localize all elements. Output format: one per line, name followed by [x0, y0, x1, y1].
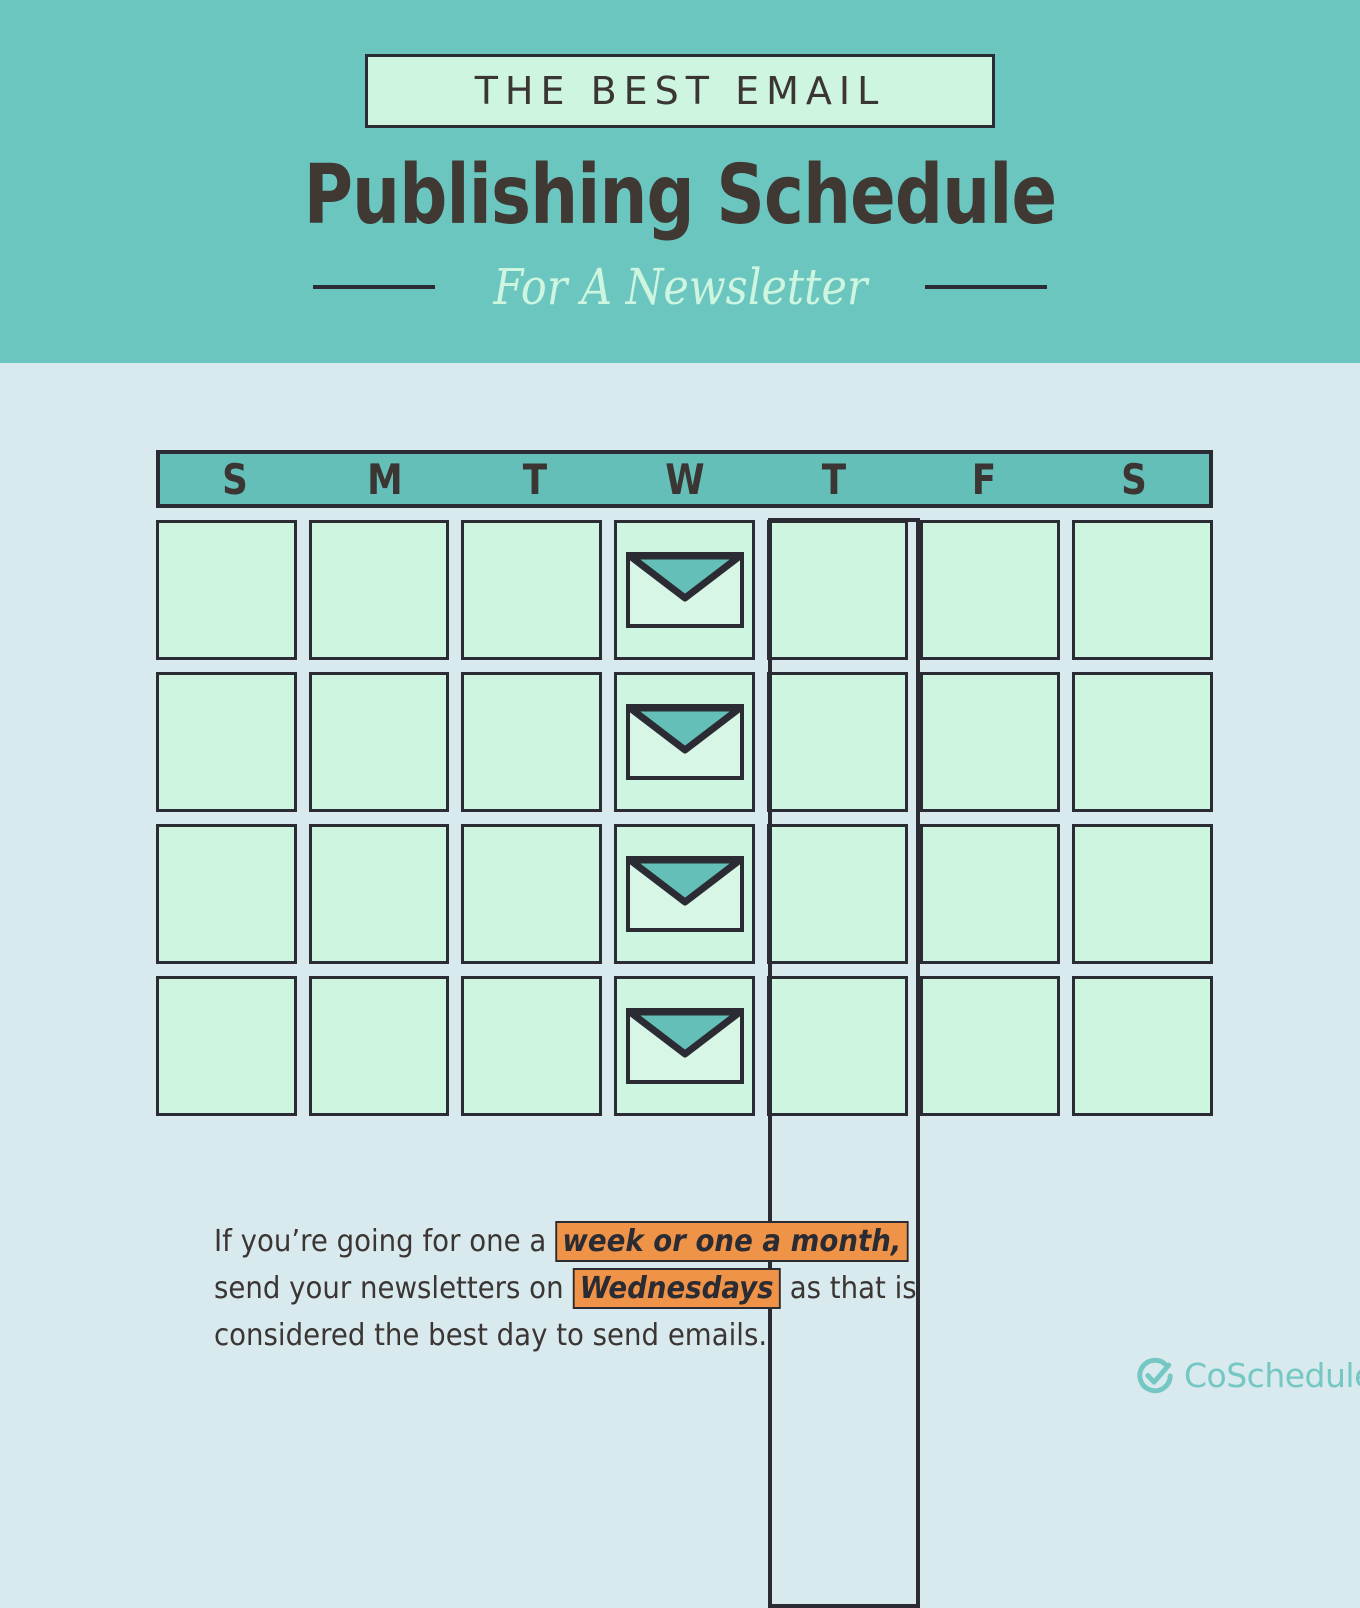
- caption-part-2: send your newsletters on: [214, 1271, 573, 1306]
- day-header-thursday: T: [822, 454, 847, 504]
- envelope-flap: [629, 860, 740, 928]
- calendar-week-row: [156, 824, 1214, 964]
- day-header-monday: M: [367, 454, 403, 504]
- calendar-day-cell[interactable]: [766, 520, 908, 660]
- subtitle-row: For A Newsletter: [0, 258, 1360, 316]
- calendar-grid: [156, 520, 1214, 1116]
- calendar-day-cell[interactable]: [919, 520, 1061, 660]
- calendar-day-cell[interactable]: [766, 976, 908, 1116]
- calendar-day-cell[interactable]: [461, 976, 603, 1116]
- page-title: Publishing Schedule: [303, 148, 1057, 243]
- calendar-week-row: [156, 976, 1214, 1116]
- eyebrow-text: THE BEST EMAIL: [474, 69, 886, 113]
- calendar-day-cell[interactable]: [308, 976, 450, 1116]
- calendar-day-cell[interactable]: [156, 976, 297, 1116]
- calendar-day-cell[interactable]: [156, 520, 297, 660]
- calendar: S M T W T F S: [156, 450, 1214, 1608]
- envelope-icon: [625, 856, 744, 932]
- calendar-week-row: [156, 672, 1214, 812]
- check-circle-icon: [1136, 1357, 1174, 1395]
- envelope-icon: [625, 552, 744, 628]
- eyebrow-box: THE BEST EMAIL: [365, 54, 995, 128]
- logo-wordmark: CoSchedule: [1184, 1356, 1360, 1395]
- envelope-flap: [629, 708, 740, 776]
- day-header-tuesday: T: [522, 454, 547, 504]
- calendar-day-cell[interactable]: [461, 672, 603, 812]
- calendar-day-cell[interactable]: [919, 672, 1061, 812]
- calendar-day-cell[interactable]: [308, 520, 450, 660]
- calendar-day-cell[interactable]: [766, 824, 908, 964]
- calendar-day-cell[interactable]: [156, 824, 297, 964]
- subtitle-rule-right: [925, 285, 1048, 289]
- calendar-day-cell[interactable]: [308, 672, 450, 812]
- calendar-day-cell[interactable]: [308, 824, 450, 964]
- calendar-day-cell[interactable]: [766, 672, 908, 812]
- day-header-friday: F: [972, 454, 997, 504]
- day-header-saturday: S: [1121, 454, 1147, 504]
- calendar-day-cell[interactable]: [461, 824, 603, 964]
- subtitle-rule-left: [312, 285, 435, 289]
- caption-text: If you’re going for one a week or one a …: [214, 1218, 968, 1359]
- calendar-day-cell[interactable]: [156, 672, 297, 812]
- caption-highlight-day: Wednesdays: [572, 1268, 781, 1309]
- day-header-wednesday: W: [664, 454, 705, 504]
- calendar-day-cell[interactable]: [919, 976, 1061, 1116]
- calendar-day-cell[interactable]: [1072, 824, 1214, 964]
- calendar-week-row: [156, 520, 1214, 660]
- calendar-day-cell[interactable]: [614, 520, 755, 660]
- calendar-day-cell[interactable]: [1072, 520, 1214, 660]
- page-subtitle: For A Newsletter: [492, 258, 868, 316]
- calendar-day-header-row: S M T W T F S: [156, 450, 1213, 508]
- caption-part-1: If you’re going for one a: [214, 1224, 556, 1259]
- coschedule-logo: CoSchedule: [1136, 1356, 1360, 1395]
- envelope-flap: [629, 556, 740, 624]
- calendar-day-cell[interactable]: [1072, 672, 1214, 812]
- calendar-day-cell[interactable]: [919, 824, 1061, 964]
- calendar-day-cell[interactable]: [461, 520, 603, 660]
- day-header-sunday: S: [222, 454, 248, 504]
- calendar-day-cell[interactable]: [614, 672, 755, 812]
- calendar-day-cell[interactable]: [1072, 976, 1214, 1116]
- envelope-icon: [625, 704, 744, 780]
- envelope-icon: [625, 1008, 744, 1084]
- calendar-day-cell[interactable]: [614, 976, 755, 1116]
- calendar-day-cell[interactable]: [614, 824, 755, 964]
- envelope-flap: [629, 1012, 740, 1080]
- header-band: THE BEST EMAIL Publishing Schedule For A…: [0, 0, 1360, 363]
- caption-highlight-frequency: week or one a month,: [555, 1221, 909, 1262]
